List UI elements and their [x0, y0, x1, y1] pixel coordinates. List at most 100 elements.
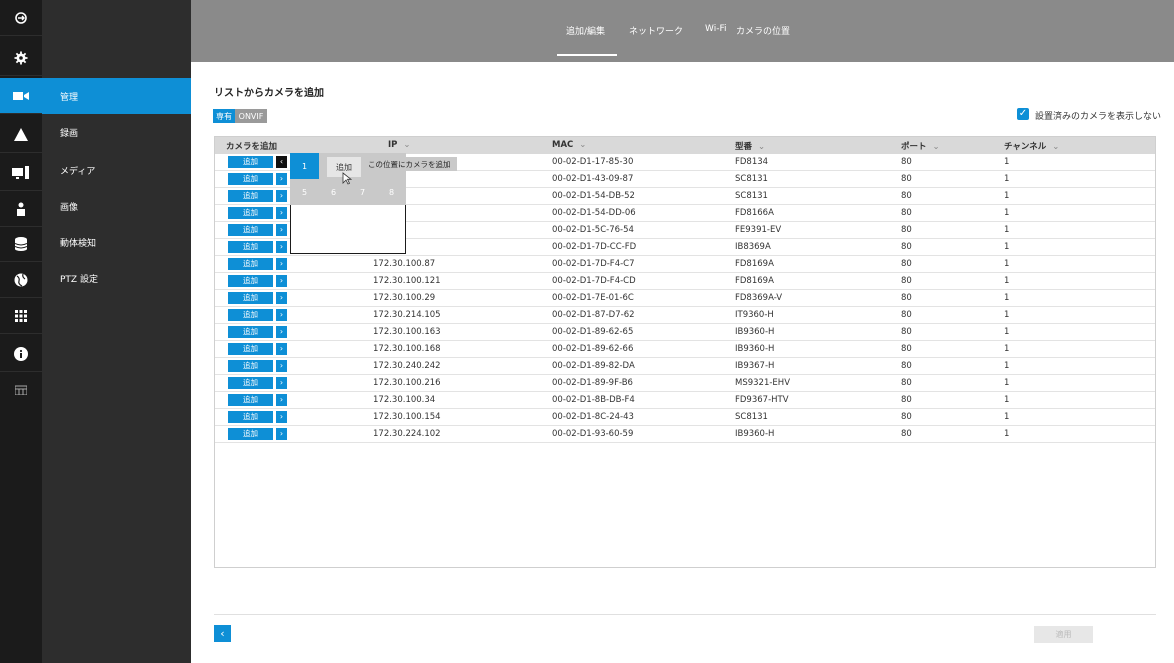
source-toggle-onvif[interactable]: ONVIF — [235, 109, 267, 123]
model-cell: SC8131 — [735, 174, 768, 184]
port-cell: 80 — [901, 191, 912, 201]
expand-slots-icon[interactable]: › — [276, 190, 287, 202]
camera-icon[interactable] — [0, 78, 42, 114]
add-camera-button[interactable]: 追加 — [228, 326, 273, 338]
add-camera-button[interactable]: 追加 — [228, 292, 273, 304]
person-icon[interactable] — [0, 191, 42, 227]
add-camera-button[interactable]: 追加 — [228, 258, 273, 270]
add-camera-button[interactable]: 追加 — [228, 394, 273, 406]
model-cell: FD8369A-V — [735, 293, 783, 303]
add-camera-button[interactable]: 追加 — [228, 156, 273, 168]
submenu-item-management[interactable]: 管理 — [42, 78, 191, 114]
devices-icon[interactable] — [0, 155, 42, 191]
expand-slots-icon[interactable]: › — [276, 275, 287, 287]
expand-slots-icon[interactable]: › — [276, 326, 287, 338]
port-cell: 80 — [901, 157, 912, 167]
mac-cell: 00-02-D1-5C-76-54 — [552, 225, 634, 235]
settings-submenu: 管理 録画 メディア 画像 動体検知 PTZ 設定 — [42, 0, 191, 663]
tab-camera-location[interactable]: カメラの位置 — [736, 24, 790, 37]
channel-cell: 1 — [1004, 310, 1010, 320]
tab-wifi[interactable]: Wi-Fi — [705, 24, 726, 34]
expand-slots-icon[interactable]: › — [276, 343, 287, 355]
submenu-item-image[interactable]: 画像 — [42, 188, 191, 224]
source-toggle-proprietary[interactable]: 専有 — [213, 109, 235, 123]
model-cell: MS9321-EHV — [735, 378, 791, 388]
tab-add-edit[interactable]: 追加/編集 — [566, 24, 605, 37]
expand-slots-icon[interactable]: › — [276, 258, 287, 270]
submenu-item-ptz[interactable]: PTZ 設定 — [42, 260, 191, 296]
mac-cell: 00-02-D1-89-62-65 — [552, 327, 634, 337]
slot-popup: 1 追加 5 6 7 8 この位置にカメラを追加 — [290, 153, 462, 254]
apply-button[interactable]: 適用 — [1034, 626, 1093, 643]
slot-7[interactable]: 7 — [348, 179, 377, 205]
column-header-model[interactable]: 型番 ⌄ — [735, 140, 765, 152]
collapse-slots-icon[interactable]: ‹ — [276, 156, 287, 168]
expand-slots-icon[interactable]: › — [276, 241, 287, 253]
submenu-item-motion-detection[interactable]: 動体検知 — [42, 224, 191, 260]
port-cell: 80 — [901, 225, 912, 235]
add-camera-button[interactable]: 追加 — [228, 224, 273, 236]
info-icon[interactable] — [0, 336, 42, 372]
port-cell: 80 — [901, 259, 912, 269]
add-camera-button[interactable]: 追加 — [228, 428, 273, 440]
storage-icon[interactable] — [0, 226, 42, 262]
mac-cell: 00-02-D1-89-82-DA — [552, 361, 635, 371]
table-row: 追加 › 172.30.100.163 00-02-D1-89-62-65 IB9360… — [215, 324, 1155, 341]
mac-cell: 00-02-D1-54-DB-52 — [552, 191, 635, 201]
port-cell: 80 — [901, 174, 912, 184]
slot-8[interactable]: 8 — [377, 179, 406, 205]
slot-5[interactable]: 5 — [290, 179, 319, 205]
add-camera-button[interactable]: 追加 — [228, 207, 273, 219]
column-header-mac[interactable]: MAC ⌄ — [552, 140, 586, 150]
column-header-channel[interactable]: チャンネル ⌄ — [1004, 140, 1059, 152]
submenu-item-media[interactable]: メディア — [42, 152, 191, 188]
model-cell: SC8131 — [735, 191, 768, 201]
ip-cell: 172.30.100.216 — [373, 378, 441, 388]
grid-icon[interactable] — [0, 298, 42, 334]
expand-slots-icon[interactable]: › — [276, 377, 287, 389]
add-camera-button[interactable]: 追加 — [228, 190, 273, 202]
gear-icon[interactable] — [0, 40, 42, 76]
ip-cell: 172.30.224.102 — [373, 429, 441, 439]
logout-icon[interactable] — [0, 0, 42, 36]
channel-cell: 1 — [1004, 157, 1010, 167]
tab-network[interactable]: ネットワーク — [629, 24, 683, 37]
expand-slots-icon[interactable]: › — [276, 173, 287, 185]
add-camera-button[interactable]: 追加 — [228, 241, 273, 253]
port-cell: 80 — [901, 327, 912, 337]
expand-slots-icon[interactable]: › — [276, 309, 287, 321]
calendar-icon[interactable] — [0, 372, 42, 408]
ip-cell: 172.30.100.29 — [373, 293, 436, 303]
column-header-port[interactable]: ポート ⌄ — [901, 140, 940, 152]
add-camera-button[interactable]: 追加 — [228, 275, 273, 287]
expand-slots-icon[interactable]: › — [276, 224, 287, 236]
expand-slots-icon[interactable]: › — [276, 394, 287, 406]
add-camera-button[interactable]: 追加 — [228, 173, 273, 185]
channel-cell: 1 — [1004, 259, 1010, 269]
channel-cell: 1 — [1004, 293, 1010, 303]
expand-slots-icon[interactable]: › — [276, 207, 287, 219]
slot-1[interactable]: 1 — [290, 153, 319, 179]
add-camera-button[interactable]: 追加 — [228, 360, 273, 372]
back-button[interactable]: ‹ — [214, 625, 231, 642]
add-camera-button[interactable]: 追加 — [228, 377, 273, 389]
add-camera-button[interactable]: 追加 — [228, 411, 273, 423]
expand-slots-icon[interactable]: › — [276, 292, 287, 304]
expand-slots-icon[interactable]: › — [276, 411, 287, 423]
model-cell: IB9360-H — [735, 327, 775, 337]
column-header-ip[interactable]: IP ⌄ — [388, 140, 411, 150]
port-cell: 80 — [901, 429, 912, 439]
mouse-cursor-icon — [342, 172, 352, 185]
add-camera-button[interactable]: 追加 — [228, 343, 273, 355]
model-cell: SC8131 — [735, 412, 768, 422]
expand-slots-icon[interactable]: › — [276, 428, 287, 440]
alert-icon[interactable] — [0, 117, 42, 153]
globe-icon[interactable] — [0, 262, 42, 298]
add-camera-button[interactable]: 追加 — [228, 309, 273, 321]
hide-installed-checkbox[interactable]: ✓ — [1017, 108, 1029, 120]
slot-popup-empty-area — [290, 205, 406, 254]
expand-slots-icon[interactable]: › — [276, 360, 287, 372]
model-cell: IB9367-H — [735, 361, 775, 371]
submenu-item-recording[interactable]: 録画 — [42, 114, 191, 150]
mac-cell: 00-02-D1-89-62-66 — [552, 344, 634, 354]
